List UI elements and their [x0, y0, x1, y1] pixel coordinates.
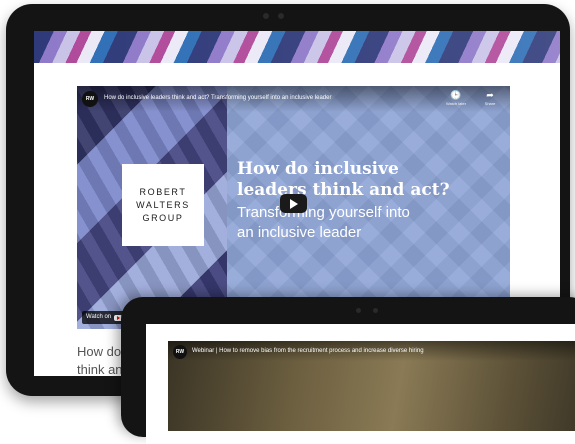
watch-later-label: Watch later	[445, 101, 467, 106]
video-headline: How do inclusive leaders think and act?	[237, 159, 450, 201]
watch-on-label: Watch on	[86, 314, 112, 320]
channel-avatar[interactable]: RW	[82, 91, 98, 107]
logo-line: ROBERT	[139, 186, 187, 197]
video-subtitle: Transforming yourself into an inclusive …	[237, 203, 410, 243]
channel-avatar[interactable]: RW	[173, 345, 187, 359]
subtitle-line: an inclusive leader	[237, 224, 362, 241]
tablet-camera	[373, 308, 378, 313]
webinar-video-player[interactable]: RW Webinar | How to remove bias from the…	[168, 341, 575, 431]
headline-line: leaders think and act?	[237, 180, 450, 200]
headline-line: How do inclusive	[237, 159, 399, 179]
share-icon: ➦	[486, 90, 494, 100]
clock-icon: 🕒	[450, 90, 462, 100]
logo-line: WALTERS	[136, 199, 190, 210]
tablet-camera	[263, 13, 269, 19]
logo-line: GROUP	[142, 212, 184, 223]
tablet-camera	[356, 308, 361, 313]
front-tablet-screen: RW Webinar | How to remove bias from the…	[146, 324, 575, 444]
video-title-link[interactable]: How do inclusive leaders think and act? …	[104, 95, 331, 101]
subtitle-line: Transforming yourself into	[237, 204, 410, 221]
article-text: How do think an	[77, 343, 123, 376]
robert-walters-logo: ROBERT WALTERS GROUP	[122, 164, 204, 246]
watch-later-button[interactable]: 🕒 Watch later	[441, 90, 471, 106]
article-line: How do	[77, 344, 122, 359]
front-tablet-frame: RW Webinar | How to remove bias from the…	[121, 297, 575, 444]
article-line: think an	[77, 362, 123, 376]
main-video-player[interactable]: RW How do inclusive leaders think and ac…	[77, 86, 510, 329]
header-banner	[34, 31, 560, 63]
tablet-camera	[278, 13, 284, 19]
play-button[interactable]	[280, 194, 307, 213]
video-title-link[interactable]: Webinar | How to remove bias from the re…	[192, 348, 424, 354]
share-button[interactable]: ➦ Share	[475, 90, 505, 106]
share-label: Share	[484, 101, 496, 106]
